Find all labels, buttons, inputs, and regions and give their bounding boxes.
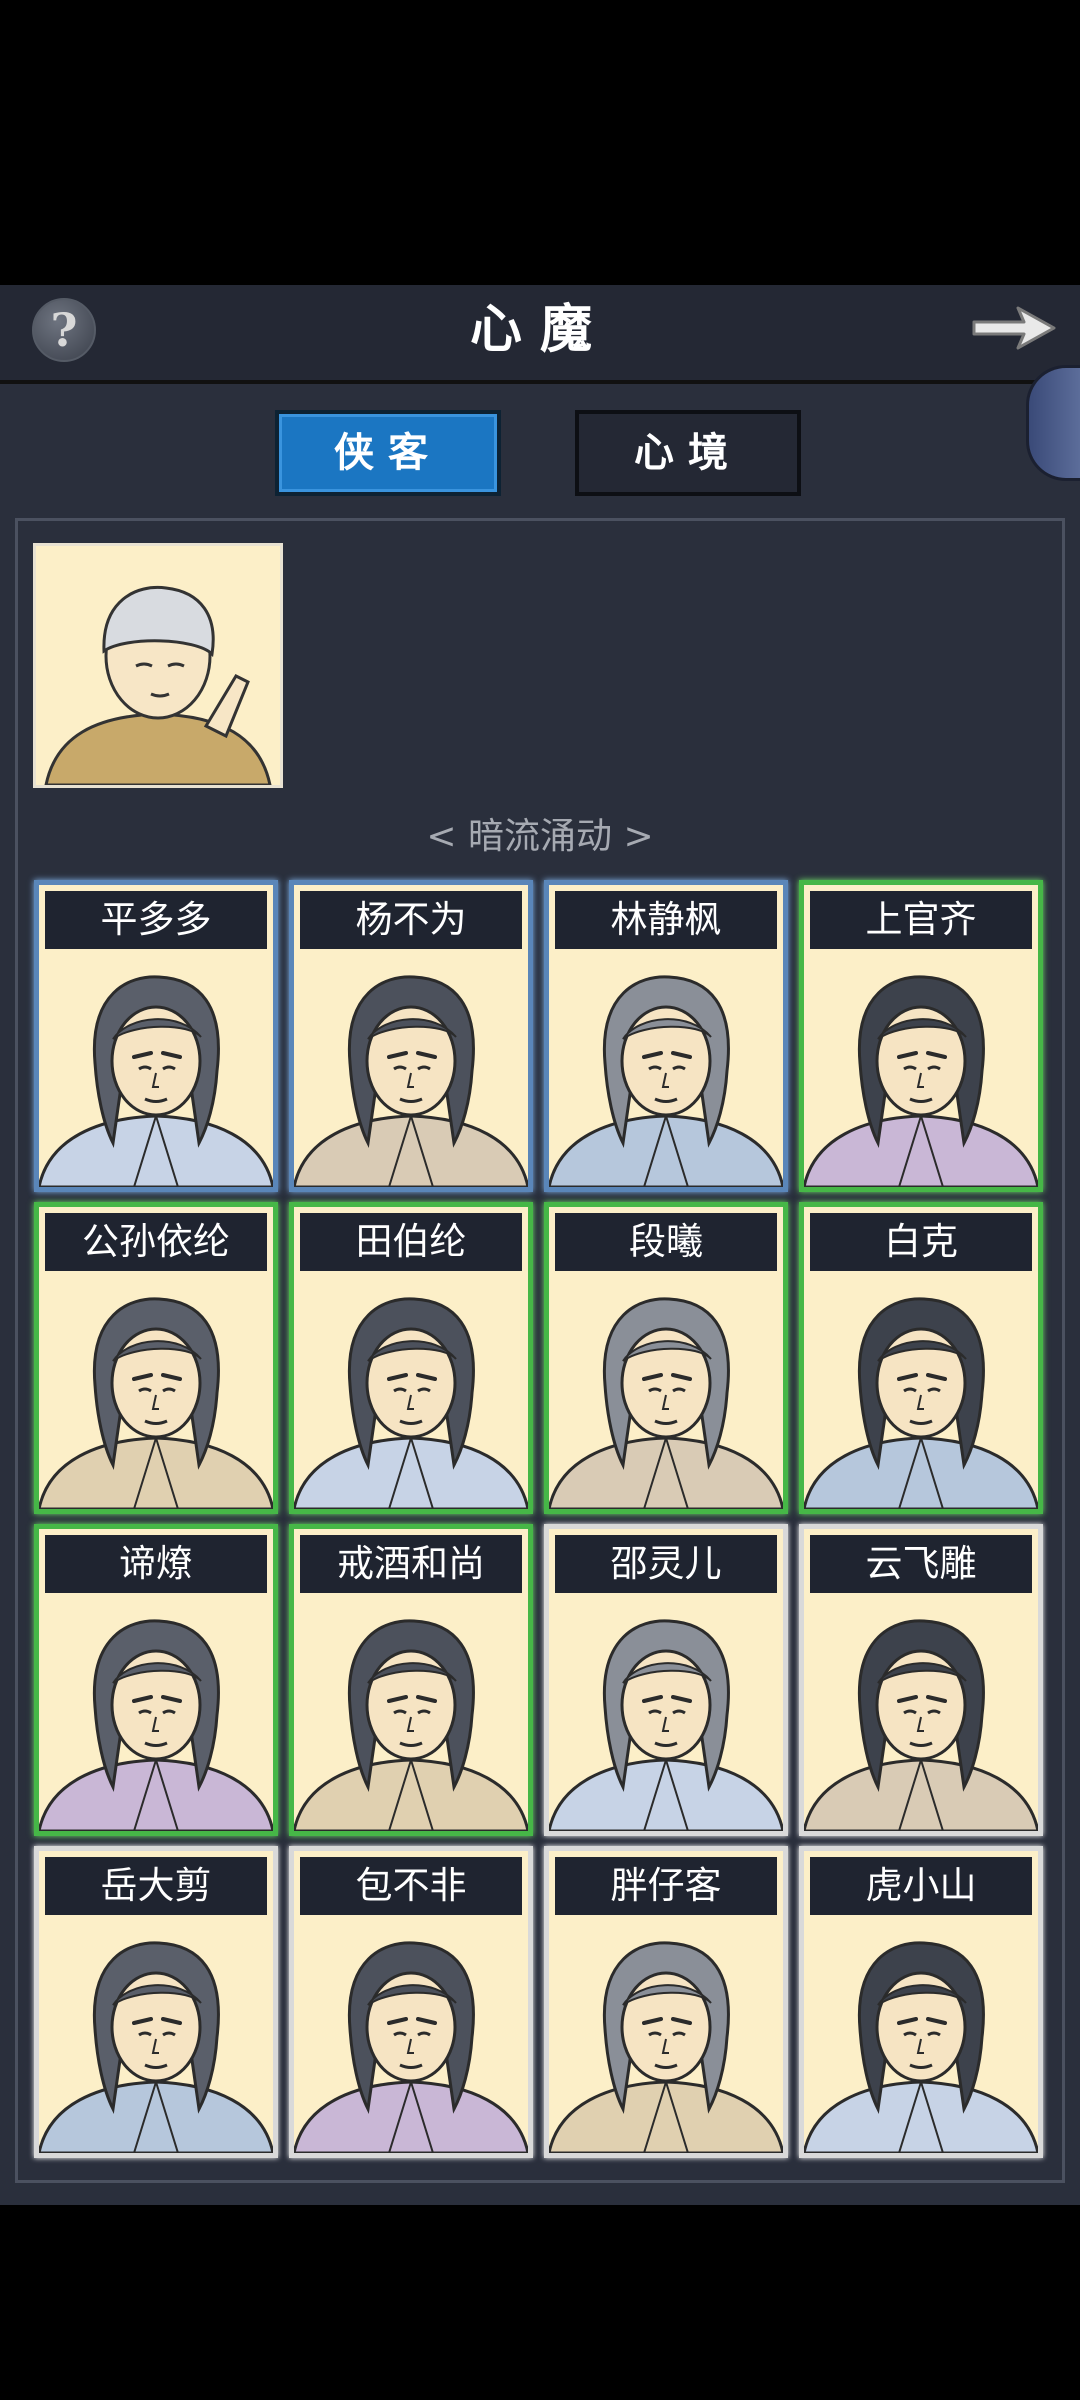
character-name: 包不非: [300, 1857, 522, 1915]
character-portrait-icon: [294, 1297, 528, 1509]
character-name: 戒酒和尚: [300, 1535, 522, 1593]
character-name: 林静枫: [555, 891, 777, 949]
character-card[interactable]: 包不非: [289, 1846, 533, 2158]
character-portrait-icon: [294, 1619, 528, 1831]
page-title: 心魔: [469, 299, 610, 360]
character-portrait-icon: [549, 1297, 783, 1509]
character-portrait-icon: [549, 1619, 783, 1831]
character-name: 云飞雕: [810, 1535, 1032, 1593]
character-portrait-icon: [294, 1941, 528, 2153]
character-portrait-icon: [39, 975, 273, 1187]
character-card[interactable]: 邵灵儿: [544, 1524, 788, 1836]
character-card[interactable]: 胖仔客: [544, 1846, 788, 2158]
monk-portrait-icon: [44, 585, 272, 785]
section-label: < 暗流涌动 >: [426, 816, 654, 857]
game-screen: { "header": { "title": "心魔", "help_icon"…: [0, 0, 1080, 2400]
character-name: 平多多: [45, 891, 267, 949]
character-card[interactable]: 田伯纶: [289, 1202, 533, 1514]
character-card[interactable]: 林静枫: [544, 880, 788, 1192]
character-portrait-icon: [294, 975, 528, 1187]
character-name: 岳大剪: [45, 1857, 267, 1915]
character-card[interactable]: 岳大剪: [34, 1846, 278, 2158]
character-card[interactable]: 杨不为: [289, 880, 533, 1192]
character-card[interactable]: 云飞雕: [799, 1524, 1043, 1836]
character-portrait-icon: [39, 1941, 273, 2153]
character-card[interactable]: 戒酒和尚: [289, 1524, 533, 1836]
character-portrait-icon: [39, 1297, 273, 1509]
character-card[interactable]: 上官齐: [799, 880, 1043, 1192]
character-card[interactable]: 白克: [799, 1202, 1043, 1514]
character-portrait-icon: [549, 1941, 783, 2153]
tab-xinjing[interactable]: 心境: [575, 410, 801, 496]
character-name: 邵灵儿: [555, 1535, 777, 1593]
character-name: 公孙依纶: [45, 1213, 267, 1271]
character-portrait-icon: [804, 1297, 1038, 1509]
arrow-right-icon[interactable]: [968, 300, 1060, 356]
character-name: 虎小山: [810, 1857, 1032, 1915]
character-name: 谛燎: [45, 1535, 267, 1593]
character-portrait-icon: [804, 975, 1038, 1187]
character-name: 上官齐: [810, 891, 1032, 949]
tab-xiake[interactable]: 侠客: [275, 410, 501, 496]
character-card[interactable]: 虎小山: [799, 1846, 1043, 2158]
character-card[interactable]: 谛燎: [34, 1524, 278, 1836]
character-name: 杨不为: [300, 891, 522, 949]
character-portrait-icon: [39, 1619, 273, 1831]
character-card[interactable]: 公孙依纶: [34, 1202, 278, 1514]
character-card[interactable]: 段曦: [544, 1202, 788, 1514]
character-name: 田伯纶: [300, 1213, 522, 1271]
character-portrait-icon: [804, 1619, 1038, 1831]
character-portrait-icon: [804, 1941, 1038, 2153]
active-hero-portrait[interactable]: [33, 543, 283, 788]
character-name: 段曦: [555, 1213, 777, 1271]
character-card[interactable]: 平多多: [34, 880, 278, 1192]
character-portrait-icon: [549, 975, 783, 1187]
character-name: 白克: [810, 1213, 1032, 1271]
character-name: 胖仔客: [555, 1857, 777, 1915]
side-emblem-icon[interactable]: [1026, 365, 1080, 481]
